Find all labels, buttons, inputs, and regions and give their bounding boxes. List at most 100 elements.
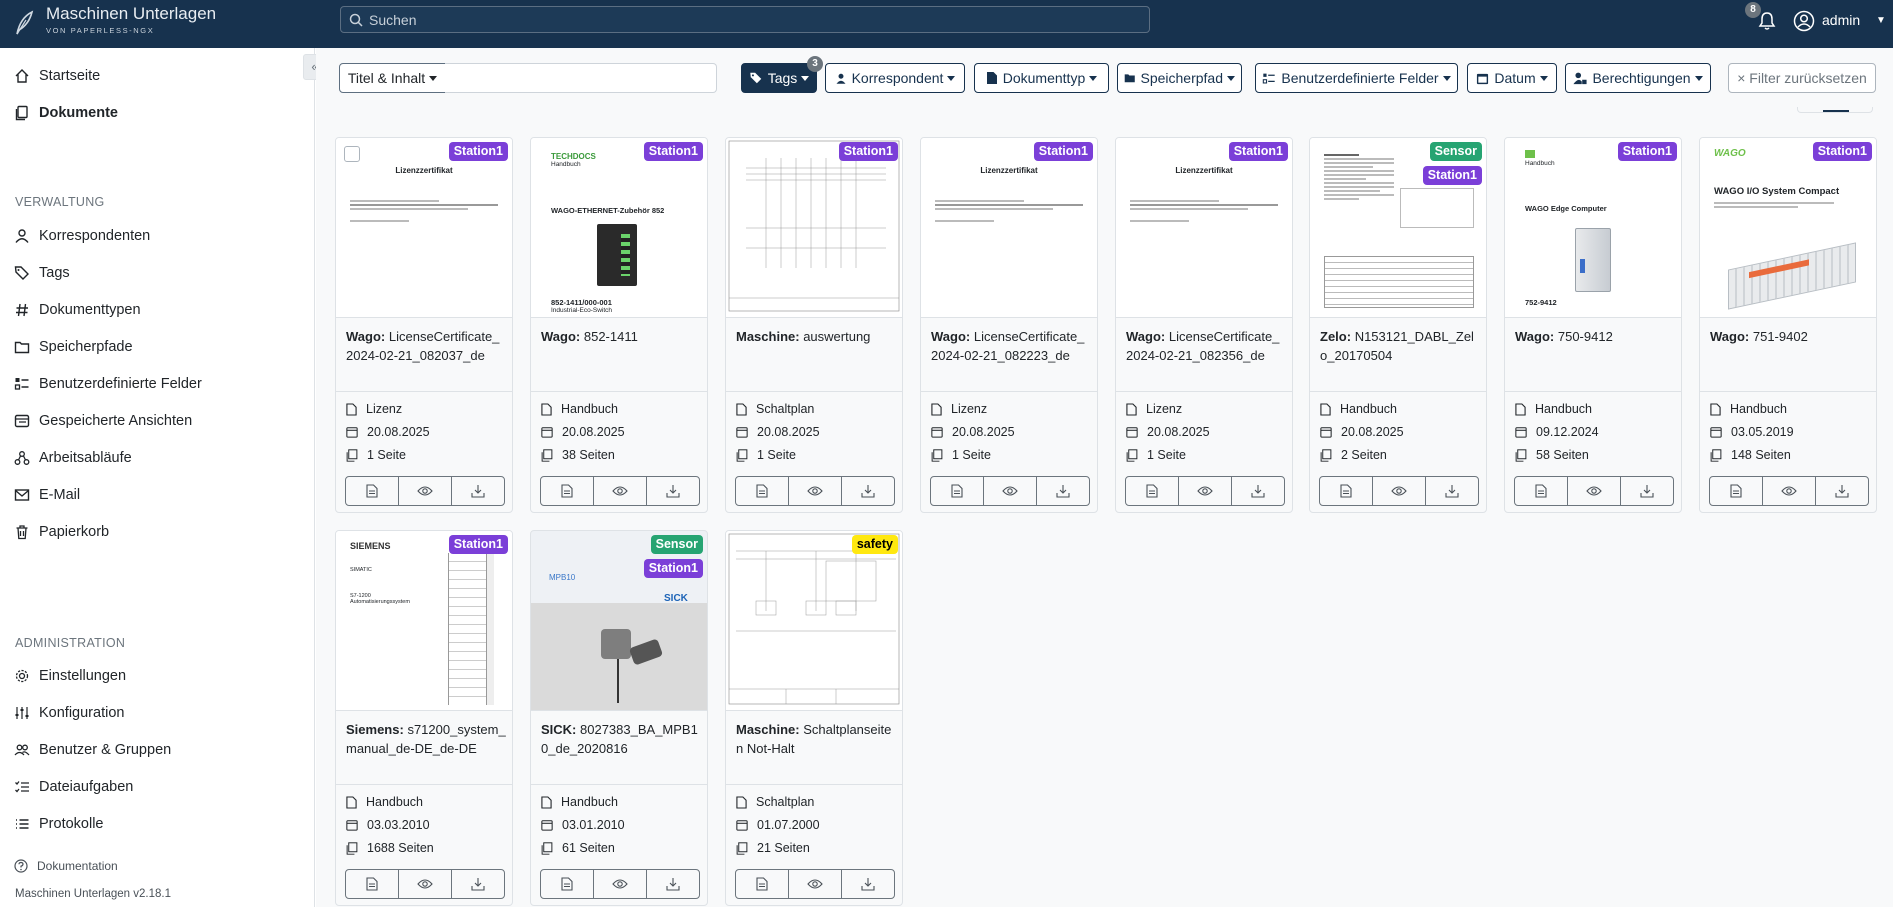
- preview-button[interactable]: [594, 477, 647, 505]
- preview-button[interactable]: [399, 870, 452, 898]
- document-title[interactable]: Wago: LicenseCertificate_2024-02-21_0822…: [931, 327, 1091, 365]
- document-card[interactable]: SIEMENS SIMATIC S7-1200 Automatisierungs…: [335, 530, 513, 906]
- korrespondent-filter-button[interactable]: Korrespondent: [825, 63, 965, 93]
- search-box[interactable]: [340, 6, 1150, 33]
- tag-safety[interactable]: safety: [851, 535, 898, 554]
- document-thumbnail[interactable]: [726, 138, 902, 318]
- user-menu-name[interactable]: admin: [1822, 12, 1860, 28]
- preview-button[interactable]: [1179, 477, 1232, 505]
- berechtigungen-filter-button[interactable]: Berechtigungen: [1565, 63, 1711, 93]
- preview-button[interactable]: [1568, 477, 1621, 505]
- document-correspondent[interactable]: Wago:: [1515, 329, 1554, 344]
- filter-text-input[interactable]: [445, 63, 717, 93]
- document-thumbnail[interactable]: Lizenzzertifikat: [921, 138, 1097, 318]
- speicherpfad-filter-button[interactable]: Speicherpfad: [1117, 63, 1242, 93]
- details-button[interactable]: [346, 870, 399, 898]
- document-thumbnail[interactable]: SIEMENS SIMATIC S7-1200 Automatisierungs…: [336, 531, 512, 711]
- document-thumbnail[interactable]: Lizenzzertifikat: [336, 138, 512, 318]
- document-card[interactable]: Station1 Maschine: auswertung Schaltplan…: [725, 137, 903, 513]
- tag-station1[interactable]: Station1: [448, 535, 508, 554]
- search-input[interactable]: [369, 10, 1129, 30]
- datum-filter-button[interactable]: Datum: [1467, 63, 1557, 93]
- document-correspondent[interactable]: SICK:: [541, 722, 576, 737]
- sidebar-item-korrespondenten[interactable]: Korrespondenten: [14, 224, 150, 248]
- document-select-checkbox[interactable]: [344, 146, 360, 162]
- view-toggle-group[interactable]: [1797, 107, 1873, 113]
- document-card[interactable]: MPB10 SICK Sensor Station1 SICK: 8027383…: [530, 530, 708, 906]
- document-thumbnail[interactable]: WAGO WAGO I/O System Compact: [1700, 138, 1876, 318]
- document-thumbnail[interactable]: [1310, 138, 1486, 318]
- document-card[interactable]: Sensor Station1 Zelo: N153121_DABL_Zelo_…: [1309, 137, 1487, 513]
- download-button[interactable]: [647, 477, 699, 505]
- document-title[interactable]: Wago: 852-1411: [541, 327, 701, 346]
- preview-button[interactable]: [789, 870, 842, 898]
- sidebar-item-dokumenttypen[interactable]: Dokumenttypen: [14, 298, 141, 322]
- download-button[interactable]: [1816, 477, 1868, 505]
- sidebar-item-speicherpfade[interactable]: Speicherpfade: [14, 335, 133, 359]
- dokumenttyp-filter-button[interactable]: Dokumenttyp: [974, 63, 1109, 93]
- download-button[interactable]: [1621, 477, 1673, 505]
- download-button[interactable]: [842, 870, 894, 898]
- sidebar-item-dateiaufgaben[interactable]: Dateiaufgaben: [14, 775, 133, 799]
- title-content-dropdown[interactable]: Titel & Inhalt: [339, 63, 446, 93]
- sidebar-item-benutzerdefinierte-felder[interactable]: Benutzerdefinierte Felder: [14, 372, 202, 396]
- document-card[interactable]: Handbuch WAGO Edge Computer 752-9412 Sta…: [1504, 137, 1682, 513]
- sidebar-item-email[interactable]: E-Mail: [14, 483, 80, 507]
- tag-station1[interactable]: Station1: [1617, 142, 1677, 161]
- document-title[interactable]: Maschine: Schaltplanseiten Not-Halt: [736, 720, 896, 758]
- tag-station1[interactable]: Station1: [1033, 142, 1093, 161]
- document-card[interactable]: safety Maschine: Schaltplanseiten Not-Ha…: [725, 530, 903, 906]
- tag-station1[interactable]: Station1: [643, 142, 703, 161]
- document-card[interactable]: Lizenzzertifikat Station1 Wago: LicenseC…: [335, 137, 513, 513]
- download-button[interactable]: [647, 870, 699, 898]
- document-correspondent[interactable]: Wago:: [541, 329, 580, 344]
- details-button[interactable]: [346, 477, 399, 505]
- sidebar-item-arbeitsablaeufe[interactable]: Arbeitsabläufe: [14, 446, 132, 470]
- preview-button[interactable]: [1373, 477, 1426, 505]
- details-button[interactable]: [931, 477, 984, 505]
- document-title[interactable]: Maschine: auswertung: [736, 327, 896, 346]
- document-thumbnail[interactable]: TECHDOCS Handbuch WAGO-ETHERNET-Zubehör …: [531, 138, 707, 318]
- documentation-link[interactable]: Dokumentation: [14, 859, 118, 873]
- download-button[interactable]: [1426, 477, 1478, 505]
- document-thumbnail[interactable]: Handbuch WAGO Edge Computer 752-9412: [1505, 138, 1681, 318]
- tag-station1[interactable]: Station1: [1812, 142, 1872, 161]
- download-button[interactable]: [452, 477, 504, 505]
- sidebar-item-protokolle[interactable]: Protokolle: [14, 812, 103, 836]
- document-title[interactable]: Wago: LicenseCertificate_2024-02-21_0823…: [1126, 327, 1286, 365]
- document-thumbnail[interactable]: MPB10 SICK: [531, 531, 707, 711]
- tag-station1[interactable]: Station1: [1422, 166, 1482, 185]
- sidebar-item-einstellungen[interactable]: Einstellungen: [14, 664, 126, 688]
- document-title[interactable]: Siemens: s71200_system_manual_de-DE_de-D…: [346, 720, 506, 758]
- tag-sensor[interactable]: Sensor: [650, 535, 703, 554]
- tag-station1[interactable]: Station1: [1228, 142, 1288, 161]
- document-card[interactable]: Lizenzzertifikat Station1 Wago: LicenseC…: [920, 137, 1098, 513]
- sidebar-item-papierkorb[interactable]: Papierkorb: [14, 520, 109, 544]
- paperless-leaf-icon[interactable]: [14, 10, 34, 36]
- sidebar-item-startseite[interactable]: Startseite: [14, 64, 100, 88]
- document-title[interactable]: SICK: 8027383_BA_MPB10_de_2020816: [541, 720, 701, 758]
- user-avatar-icon[interactable]: [1793, 10, 1815, 32]
- details-button[interactable]: [736, 477, 789, 505]
- download-button[interactable]: [1232, 477, 1284, 505]
- preview-button[interactable]: [789, 477, 842, 505]
- tag-station1[interactable]: Station1: [838, 142, 898, 161]
- sidebar-item-benutzer-gruppen[interactable]: Benutzer & Gruppen: [14, 738, 171, 762]
- chevron-down-icon[interactable]: ▼: [1876, 15, 1886, 26]
- download-button[interactable]: [842, 477, 894, 505]
- document-card[interactable]: TECHDOCS Handbuch WAGO-ETHERNET-Zubehör …: [530, 137, 708, 513]
- document-correspondent[interactable]: Wago:: [931, 329, 970, 344]
- document-correspondent[interactable]: Maschine:: [736, 329, 800, 344]
- tags-filter-button[interactable]: Tags: [741, 63, 817, 93]
- app-title[interactable]: Maschinen Unterlagen: [46, 4, 216, 24]
- details-button[interactable]: [541, 477, 594, 505]
- tag-station1[interactable]: Station1: [643, 559, 703, 578]
- details-button[interactable]: [1320, 477, 1373, 505]
- benutzerdefinierte-felder-filter-button[interactable]: Benutzerdefinierte Felder: [1255, 63, 1458, 93]
- sidebar-item-tags[interactable]: Tags: [14, 261, 70, 285]
- document-thumbnail[interactable]: [726, 531, 902, 711]
- document-title[interactable]: Zelo: N153121_DABL_Zelo_20170504: [1320, 327, 1480, 365]
- details-button[interactable]: [541, 870, 594, 898]
- preview-button[interactable]: [594, 870, 647, 898]
- document-title[interactable]: Wago: LicenseCertificate_2024-02-21_0820…: [346, 327, 506, 365]
